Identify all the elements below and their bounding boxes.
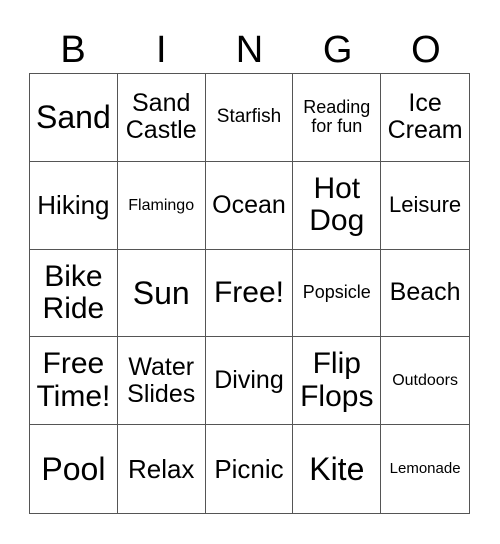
bingo-header: B I N G O: [29, 28, 470, 73]
bingo-cell[interactable]: Ice Cream: [381, 74, 469, 162]
bingo-cell[interactable]: Free!: [205, 249, 294, 338]
bingo-cell[interactable]: Picnic: [206, 425, 294, 513]
bingo-cell[interactable]: Reading for fun: [293, 74, 382, 162]
bingo-cell[interactable]: Popsicle: [293, 249, 382, 338]
bingo-cell[interactable]: Flamingo: [117, 161, 206, 250]
bingo-cell[interactable]: Sun: [117, 249, 206, 338]
header-letter-g: G: [322, 29, 353, 71]
header-letter-b: B: [60, 29, 86, 71]
bingo-grid: Sand Sand Castle Starfish Reading for fu…: [29, 73, 470, 514]
bingo-cell[interactable]: Sand Castle: [117, 74, 206, 162]
bingo-cell[interactable]: Free Time!: [30, 337, 118, 426]
bingo-cell[interactable]: Starfish: [205, 74, 294, 162]
bingo-cell[interactable]: Bike Ride: [30, 249, 118, 338]
header-letter-i: I: [156, 29, 167, 71]
bingo-cell[interactable]: Hot Dog: [293, 161, 382, 250]
bingo-cell[interactable]: Water Slides: [117, 337, 206, 426]
bingo-cell[interactable]: Beach: [381, 250, 469, 338]
bingo-cell[interactable]: Flip Flops: [293, 337, 382, 426]
bingo-cell[interactable]: Leisure: [381, 162, 469, 250]
bingo-cell[interactable]: Sand: [30, 74, 118, 162]
header-letter-n: N: [235, 29, 264, 71]
bingo-cell[interactable]: Pool: [30, 425, 118, 513]
bingo-cell[interactable]: Ocean: [205, 161, 294, 250]
bingo-cell[interactable]: Hiking: [30, 161, 118, 250]
bingo-cell[interactable]: Lemonade: [381, 425, 469, 513]
bingo-cell[interactable]: Outdoors: [381, 337, 469, 426]
header-letter-o: O: [411, 29, 441, 71]
bingo-cell[interactable]: Kite: [293, 425, 382, 513]
bingo-cell[interactable]: Diving: [205, 337, 294, 426]
bingo-cell[interactable]: Relax: [118, 425, 206, 513]
